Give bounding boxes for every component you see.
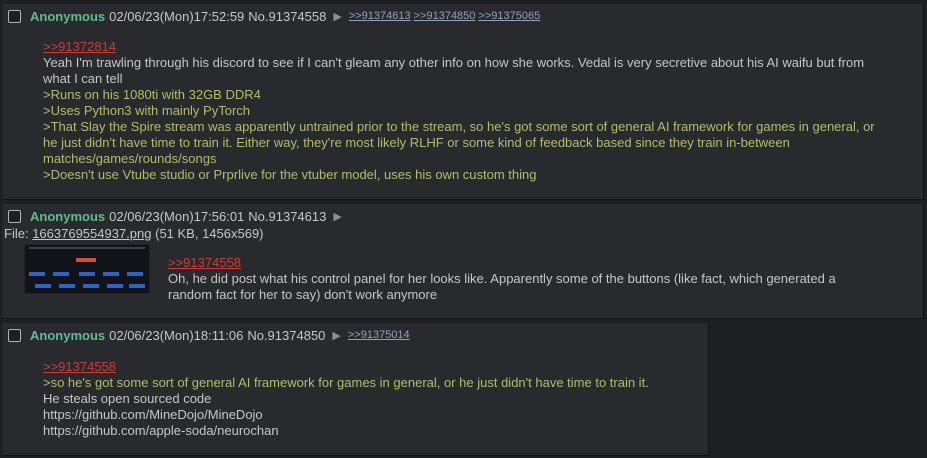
greentext-line: >That Slay the Spire stream was apparent…	[43, 119, 875, 166]
post-91374850: Anonymous 02/06/23(Mon)18:11:06 No.91374…	[2, 323, 709, 456]
post-datetime: 02/06/23(Mon)17:56:01	[109, 208, 245, 224]
post-91374558: Anonymous 02/06/23(Mon)17:52:59 No.91374…	[2, 4, 924, 200]
post-91374613: Anonymous 02/06/23(Mon)17:56:01 No.91374…	[2, 204, 924, 319]
backlink[interactable]: >>91375065	[478, 10, 540, 22]
quote-link[interactable]: >>91374558	[43, 359, 703, 375]
greentext-line: >Doesn't use Vtube studio or Prprlive fo…	[43, 167, 537, 182]
backlink[interactable]: >>91374613	[349, 10, 411, 22]
poster-name: Anonymous	[30, 208, 106, 224]
post-message: >>91374558 Oh, he did post what his cont…	[168, 255, 868, 303]
file-label: File:	[4, 226, 29, 241]
post-header: Anonymous 02/06/23(Mon)17:52:59 No.91374…	[8, 7, 543, 25]
select-checkbox[interactable]	[8, 328, 21, 342]
post-datetime: 02/06/23(Mon)18:11:06	[109, 327, 244, 343]
select-checkbox[interactable]	[8, 9, 21, 23]
post-message: >>91374558 >so he's got some sort of gen…	[43, 359, 703, 439]
post-menu-triangle-icon[interactable]: ▶	[333, 10, 341, 23]
url-text[interactable]: https://github.com/apple-soda/neurochan	[43, 423, 703, 439]
file-info: File: 1663769554937.png (51 KB, 1456x569…	[4, 226, 264, 241]
post-header: Anonymous 02/06/23(Mon)17:56:01 No.91374…	[8, 207, 349, 225]
quote-link[interactable]: >>91372814	[43, 39, 883, 55]
message-text: Oh, he did post what his control panel f…	[168, 271, 836, 302]
poster-name: Anonymous	[30, 8, 106, 24]
select-checkbox[interactable]	[8, 209, 21, 223]
url-text[interactable]: https://github.com/MineDojo/MineDojo	[43, 407, 703, 423]
post-message: >>91372814 Yeah I'm trawling through his…	[43, 39, 883, 183]
poster-name: Anonymous	[30, 327, 106, 343]
greentext-line: >Uses Python3 with mainly PyTorch	[43, 103, 251, 118]
post-number[interactable]: No.91374558	[248, 9, 326, 24]
post-number[interactable]: No.91374613	[248, 209, 326, 224]
file-link[interactable]: 1663769554937.png	[32, 226, 151, 241]
post-menu-triangle-icon[interactable]: ▶	[332, 329, 340, 342]
quote-link[interactable]: >>91374558	[168, 255, 868, 271]
message-text: He steals open sourced code	[43, 391, 212, 406]
post-datetime: 02/06/23(Mon)17:52:59	[109, 8, 245, 24]
post-header: Anonymous 02/06/23(Mon)18:11:06 No.91374…	[8, 326, 413, 344]
greentext-line: >so he's got some sort of general AI fra…	[43, 375, 649, 390]
post-menu-triangle-icon[interactable]: ▶	[333, 210, 341, 223]
greentext-line: >Runs on his 1080ti with 32GB DDR4	[43, 87, 261, 102]
image-thumbnail[interactable]	[24, 244, 150, 294]
message-text: Yeah I'm trawling through his discord to…	[43, 55, 865, 86]
backlink[interactable]: >>91375014	[348, 329, 410, 341]
post-number[interactable]: No.91374850	[247, 328, 325, 343]
backlink[interactable]: >>91374850	[414, 10, 476, 22]
file-meta: (51 KB, 1456x569)	[155, 226, 264, 241]
